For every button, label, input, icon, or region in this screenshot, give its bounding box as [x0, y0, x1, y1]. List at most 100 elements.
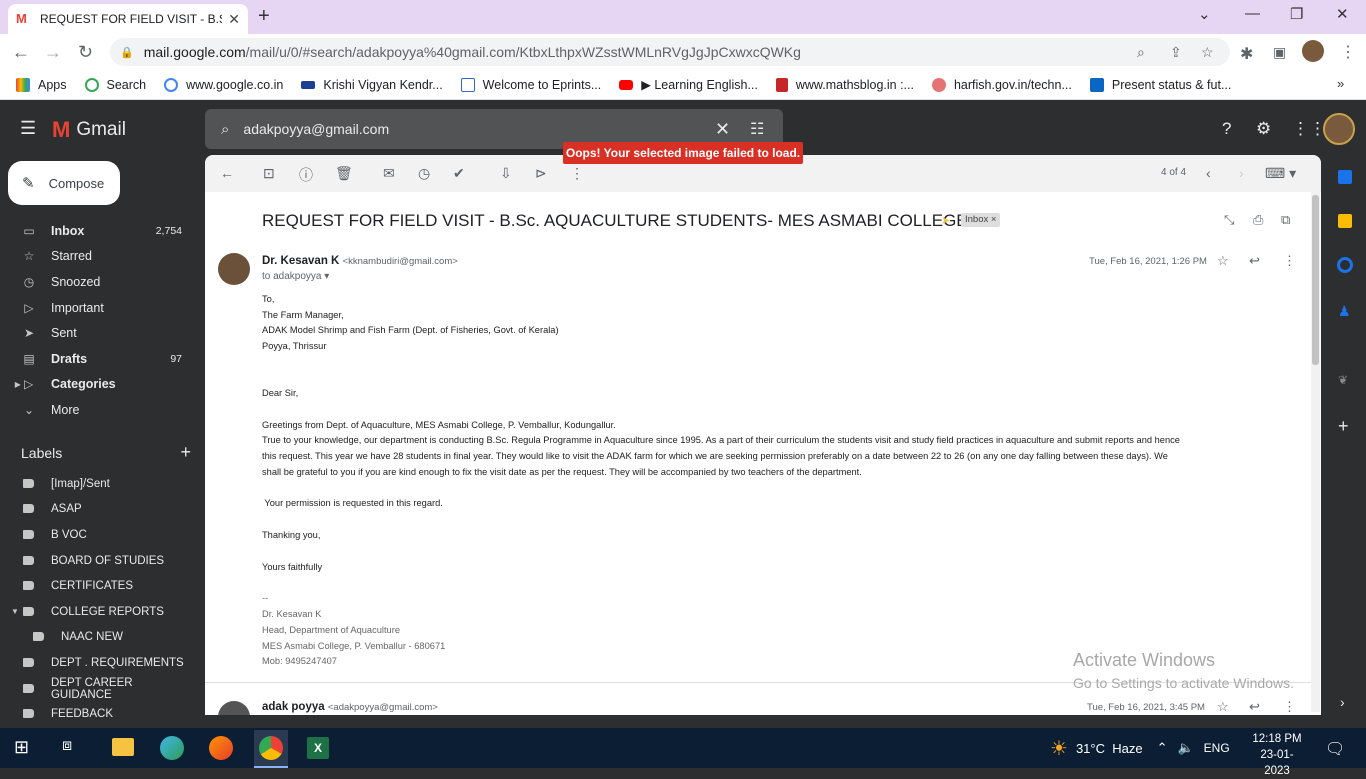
bookmark-item[interactable]: Krishi Vigyan Kendr... — [301, 78, 443, 92]
star-message-icon[interactable]: ☆ — [1217, 699, 1229, 715]
move-to-icon[interactable]: ⇩ — [500, 165, 512, 182]
bookmark-star-icon[interactable]: ☆ — [1201, 44, 1214, 61]
delete-icon[interactable]: 🗑 — [335, 165, 353, 182]
nav-item-inbox[interactable]: ▭ Inbox 2,754 — [0, 218, 196, 243]
side-panel-icon[interactable]: ▣ — [1273, 44, 1286, 61]
profile-avatar[interactable] — [1302, 40, 1324, 62]
compose-button[interactable]: ✎ Compose — [8, 161, 120, 205]
restore-icon[interactable]: ❐ — [1290, 5, 1303, 23]
more-bookmarks-icon[interactable]: » — [1337, 76, 1344, 91]
tab-search-icon[interactable]: ⌄ — [1198, 5, 1211, 23]
message-more-icon[interactable]: ⋮ — [1283, 699, 1296, 715]
main-menu-icon[interactable]: ☰ — [20, 118, 36, 139]
important-marker-icon[interactable]: ➤ — [941, 214, 950, 227]
help-icon[interactable]: ? — [1222, 119, 1231, 139]
bookmark-item[interactable]: www.mathsblog.in :... — [775, 77, 914, 92]
label-item[interactable]: NAAC NEW — [0, 624, 196, 649]
nav-item-starred[interactable]: ☆ Starred — [0, 243, 196, 268]
mark-unread-icon[interactable]: ✉ — [383, 165, 395, 182]
label-item[interactable]: ▼ COLLEGE REPORTS — [0, 599, 196, 624]
input-tools-icon[interactable]: ⌨ ▾ — [1265, 165, 1296, 182]
tray-chevron-icon[interactable]: ⌃ — [1157, 740, 1168, 756]
reply-icon[interactable]: ↩ — [1249, 699, 1260, 715]
report-spam-icon[interactable]: ⓘ — [299, 165, 313, 185]
label-item[interactable]: B VOC — [0, 522, 196, 547]
label-item[interactable]: DEPT . REQUIREMENTS — [0, 650, 196, 675]
label-item[interactable]: ASAP — [0, 496, 196, 521]
settings-gear-icon[interactable]: ⚙ — [1256, 119, 1271, 139]
label-item[interactable]: DEPT CAREER GUIDANCE — [0, 676, 196, 701]
scrollbar-thumb[interactable] — [1312, 195, 1319, 365]
notification-icon[interactable]: 🗨 — [1325, 739, 1345, 759]
firefox-icon[interactable] — [209, 736, 233, 760]
task-view-icon[interactable]: ⧈ — [62, 737, 72, 755]
nav-item-categories[interactable]: ▸ ▷ Categories — [0, 371, 196, 396]
bookmark-item[interactable]: Search — [84, 77, 146, 92]
print-icon[interactable]: ⎙ — [1253, 212, 1263, 228]
back-icon[interactable]: ← — [12, 42, 30, 63]
reply-icon[interactable]: ↩ — [1249, 253, 1260, 269]
chrome-menu-icon[interactable]: ⋮ — [1340, 42, 1356, 62]
chrome-icon[interactable] — [259, 736, 283, 760]
keep-icon[interactable] — [1338, 214, 1352, 228]
expand-label-icon[interactable]: ▼ — [11, 607, 19, 616]
contacts-icon[interactable]: ♟ — [1338, 303, 1351, 320]
label-item[interactable]: BOARD OF STUDIES — [0, 548, 196, 573]
weather-text[interactable]: 31°C Haze — [1076, 741, 1143, 756]
back-to-list-icon[interactable]: ← — [220, 165, 234, 181]
weather-sun-icon[interactable]: ☀ — [1050, 736, 1068, 761]
labels-icon[interactable]: ⊳ — [535, 165, 547, 182]
show-side-panel-icon[interactable]: › — [1340, 694, 1345, 710]
bookmark-item[interactable]: Apps — [16, 77, 67, 92]
windows-start-icon[interactable]: ⊞ — [14, 737, 29, 758]
tasks-icon[interactable] — [1337, 257, 1353, 273]
older-chevron-icon[interactable]: › — [1239, 165, 1244, 181]
search-options-icon[interactable]: ☷ — [750, 119, 764, 139]
minimize-icon[interactable]: — — [1245, 5, 1260, 22]
bookmark-item[interactable]: ▶ Learning English... — [619, 77, 758, 92]
forward-icon[interactable]: → — [44, 42, 62, 63]
bookmark-item[interactable]: Welcome to Eprints... — [460, 77, 601, 92]
sender-avatar[interactable] — [218, 253, 250, 285]
new-tab-icon[interactable]: + — [258, 5, 270, 28]
more-options-icon[interactable]: ⋮ — [570, 165, 584, 182]
add-label-icon[interactable]: + — [180, 443, 191, 461]
zoom-search-icon[interactable]: ⌕ — [1137, 44, 1145, 61]
account-avatar[interactable] — [1323, 113, 1355, 145]
label-item[interactable]: [Imap]/Sent — [0, 471, 196, 496]
reload-icon[interactable]: ↻ — [78, 42, 93, 63]
bookmark-item[interactable]: harfish.gov.in/techn... — [931, 77, 1072, 92]
calendar-icon[interactable] — [1338, 170, 1352, 184]
address-bar[interactable]: 🔒 mail.google.com/mail/u/0/#search/adakp… — [110, 38, 1230, 66]
extensions-icon[interactable]: ✱ — [1240, 44, 1253, 64]
taskbar-clock[interactable]: 12:18 PM 23-01-2023 — [1248, 731, 1306, 779]
open-new-window-icon[interactable]: ⧉ — [1281, 212, 1290, 228]
inbox-label-badge[interactable]: Inbox × — [961, 213, 1001, 227]
snooze-icon[interactable]: ◷ — [418, 165, 430, 182]
search-icon[interactable]: ⌕ — [221, 121, 229, 138]
nav-item-sent[interactable]: ➤ Sent — [0, 320, 196, 345]
label-item[interactable]: FEEDBACK — [0, 701, 196, 726]
label-item[interactable]: CERTIFICATES — [0, 573, 196, 598]
google-apps-icon[interactable]: ⋮⋮ — [1292, 119, 1326, 139]
volume-icon[interactable]: 🔈 — [1177, 740, 1193, 756]
get-addons-icon[interactable]: + — [1338, 416, 1349, 437]
nav-item-snoozed[interactable]: ◷ Snoozed — [0, 269, 196, 294]
nav-item-drafts[interactable]: ▤ Drafts 97 — [0, 346, 196, 371]
excel-icon[interactable]: X — [307, 737, 329, 759]
close-window-icon[interactable]: ✕ — [1336, 5, 1349, 23]
file-explorer-icon[interactable] — [112, 738, 134, 756]
addon-icon[interactable]: ❦ — [1338, 373, 1348, 387]
search-input[interactable]: adakpoyya@gmail.com — [243, 121, 389, 137]
close-tab-icon[interactable]: ✕ — [228, 11, 240, 28]
browser-tab[interactable]: M REQUEST FOR FIELD VISIT - B.Sc. ✕ — [8, 4, 248, 34]
nav-item-more[interactable]: ⌄ More — [0, 397, 196, 422]
recipient-line[interactable]: to adakpoyya ▾ — [262, 271, 329, 282]
share-icon[interactable]: ⇪ — [1170, 44, 1182, 61]
archive-icon[interactable]: ⊡ — [263, 165, 275, 182]
message-more-icon[interactable]: ⋮ — [1283, 253, 1296, 269]
star-message-icon[interactable]: ☆ — [1217, 253, 1229, 269]
gmail-logo[interactable]: M Gmail — [52, 117, 126, 143]
clear-search-icon[interactable]: ✕ — [715, 119, 730, 140]
add-task-icon[interactable]: ✔ — [453, 165, 465, 182]
